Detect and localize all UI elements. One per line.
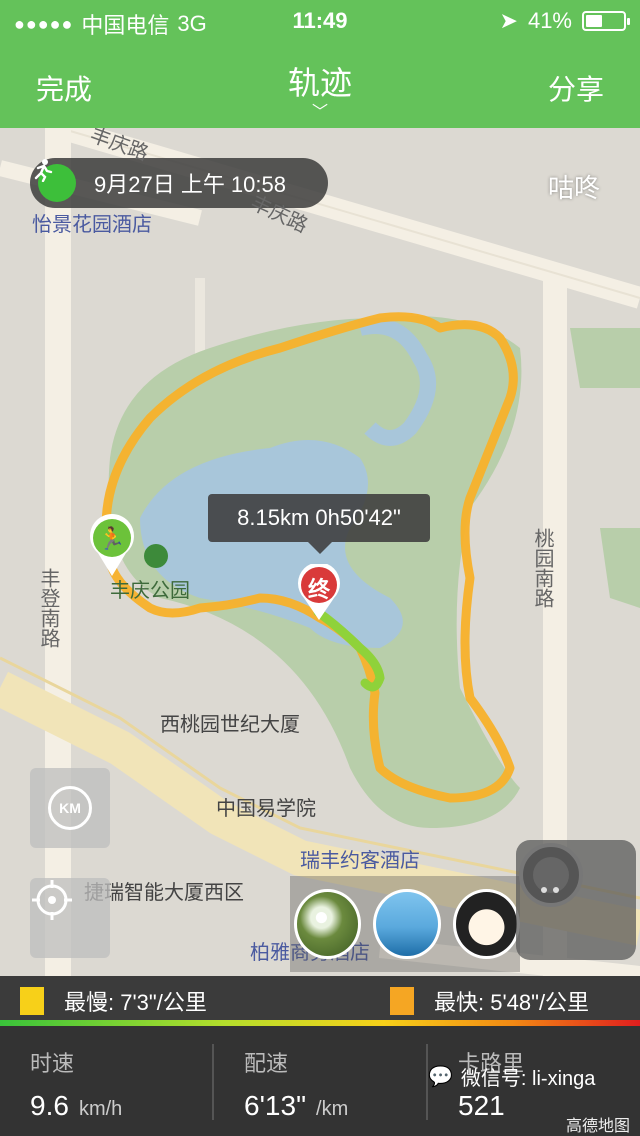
share-button[interactable]: 分享 [548, 68, 604, 108]
pace-legend: 最慢: 7'3"/公里 最快: 5'48"/公里 [0, 976, 640, 1022]
wechat-icon: 💬 [428, 1066, 453, 1088]
km-icon: KM [48, 786, 92, 830]
photo-thumb-flowers[interactable] [294, 889, 362, 959]
end-marker-icon[interactable]: 终 [296, 564, 342, 620]
label-road-fengdeng: 丰登南路 [37, 568, 59, 648]
wechat-id: 微信号: li-xinga [460, 1068, 596, 1090]
battery-percent: 41% [527, 8, 572, 33]
label-hotel: 怡景花园酒店 [32, 214, 152, 236]
fast-pace-swatch [390, 987, 414, 1015]
park-icon [144, 544, 168, 568]
distance-time-tooltip: 8.15km 0h50'42" [208, 494, 430, 554]
label-school: 中国易学院 [216, 798, 316, 820]
speed-label: 时速 [30, 1051, 75, 1076]
end-marker-label: 终 [307, 577, 330, 602]
label-park: 丰庆公园 [110, 580, 190, 602]
speed-unit: km/h [78, 1098, 123, 1120]
battery-icon [582, 11, 630, 31]
speed-value: 9.6 [30, 1090, 69, 1121]
camera-button[interactable] [516, 840, 636, 960]
label-hotel-ruifeng: 瑞丰约客酒店 [300, 850, 420, 872]
pace-label: 配速 [244, 1051, 289, 1076]
label-building-xitaoyuan: 西桃园世纪大厦 [160, 714, 300, 736]
pace-value: 6'13" [244, 1090, 307, 1121]
runner-icon [34, 159, 76, 202]
locate-button[interactable] [30, 878, 110, 958]
photo-thumb-dolphins[interactable] [373, 889, 441, 959]
slow-pace-swatch [20, 987, 44, 1015]
amap-logo: 高德地图 [565, 1118, 630, 1135]
map-view[interactable]: 🏃 9月27日 上午 10:58 咕咚 怡景花园酒店 丰庆路 丰庆路 桃园南路 … [0, 128, 640, 976]
crosshair-icon [32, 880, 72, 920]
svg-text:🏃: 🏃 [98, 526, 125, 552]
wechat-watermark: 💬 微信号: li-xinga [428, 1062, 595, 1091]
location-arrow-icon: ➤ [499, 8, 518, 33]
label-road-taoyuan: 桃园南路 [531, 528, 553, 608]
photo-thumb-avatar[interactable] [452, 889, 520, 959]
slowest-pace: 最慢: 7'3"/公里 [64, 990, 207, 1015]
top-bar: ●●●●● 中国电信 3G 11:49 ➤ 41% 完成 轨迹 ﹀ 分享 [0, 0, 640, 128]
chevron-down-icon[interactable]: ﹀ [0, 98, 640, 122]
km-toggle-button[interactable]: KM [30, 768, 110, 848]
calories-value: 521 [458, 1090, 505, 1121]
pace-unit: /km [316, 1098, 349, 1120]
stat-divider [212, 1044, 214, 1120]
status-bar: ●●●●● 中国电信 3G 11:49 ➤ 41% [0, 0, 640, 40]
fastest-pace: 最快: 5'48"/公里 [434, 990, 590, 1015]
user-name[interactable]: 咕咚 [548, 168, 600, 205]
camera-lens-icon [519, 843, 583, 907]
photo-strip[interactable] [290, 876, 520, 972]
